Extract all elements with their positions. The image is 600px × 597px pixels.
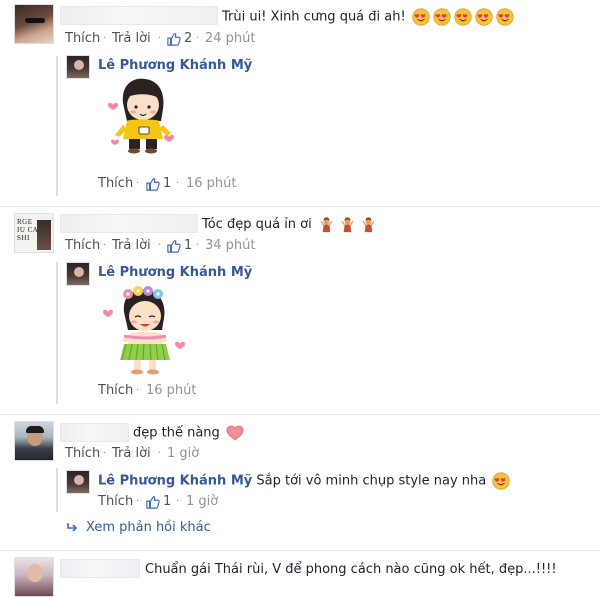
thumbs-up-icon — [146, 177, 160, 191]
timestamp[interactable]: 24 phút — [205, 31, 256, 46]
reply-author-avatar[interactable] — [66, 55, 90, 79]
reply-like-button[interactable]: Thích — [98, 176, 133, 191]
comment-divider — [0, 206, 600, 207]
like-button[interactable]: Thích — [65, 238, 100, 253]
heart-eyes-emoji — [412, 10, 514, 25]
commenter-name-blurred[interactable] — [60, 6, 218, 25]
like-count[interactable]: 1 — [167, 238, 192, 253]
reply-thread-line — [56, 56, 58, 196]
commenter-avatar[interactable]: RGE IU CAN SHI — [14, 213, 54, 253]
reply-thread-line — [56, 468, 58, 512]
reply-body: Lê Phương Khánh Mỹ Sắp tới vô minh chụp … — [98, 472, 510, 490]
reply-button[interactable]: Trả lời — [112, 446, 151, 461]
separator-dot: · — [158, 33, 162, 44]
raising-hands-emoji — [318, 217, 377, 232]
commenter-avatar[interactable] — [14, 421, 54, 461]
reply-author-avatar[interactable] — [66, 262, 90, 286]
reply-arrow-icon — [67, 522, 78, 532]
separator-dot: · — [103, 240, 107, 251]
heart-icon — [226, 425, 244, 441]
separator-dot: · — [158, 448, 162, 459]
reply-text: Sắp tới vô minh chụp style nay nha — [256, 473, 487, 489]
avatar-sunglasses — [25, 18, 45, 23]
comment-divider — [0, 414, 600, 415]
timestamp[interactable]: 34 phút — [205, 238, 256, 253]
commenter-avatar[interactable] — [14, 557, 54, 597]
separator-dot: · — [103, 33, 107, 44]
reply-timestamp[interactable]: 16 phút — [186, 176, 237, 191]
comment-text: đẹp thế nàng — [133, 425, 244, 441]
separator-dot: · — [196, 240, 200, 251]
more-replies-link[interactable]: Xem phản hồi khác — [66, 520, 211, 535]
reply-like-button[interactable]: Thích — [98, 494, 133, 509]
reply-like-count[interactable]: 1 — [146, 494, 171, 509]
separator-dot: · — [103, 448, 107, 459]
reply-thread-line — [56, 262, 58, 404]
separator-dot: · — [136, 385, 140, 396]
comment-divider — [0, 550, 600, 551]
thumbs-up-icon — [167, 239, 181, 253]
heart-eyes-emoji — [492, 472, 510, 490]
reply-button[interactable]: Trả lời — [112, 238, 151, 253]
reply-author-name[interactable]: Lê Phương Khánh Mỹ — [98, 265, 252, 280]
reply-author-name[interactable]: Lê Phương Khánh Mỹ — [98, 58, 252, 73]
separator-dot: · — [136, 496, 140, 507]
reply-like-count[interactable]: 1 — [146, 176, 171, 191]
timestamp[interactable]: 1 giờ — [167, 446, 199, 461]
hula-girl-with-flower-crown-sticker — [100, 282, 190, 378]
thumbs-up-icon — [167, 32, 181, 46]
reply-button[interactable]: Trả lời — [112, 31, 151, 46]
like-button[interactable]: Thích — [65, 446, 100, 461]
commenter-avatar[interactable] — [14, 4, 54, 44]
reply-like-button[interactable]: Thích — [98, 383, 133, 398]
commenter-name-blurred[interactable] — [60, 559, 140, 578]
thumbs-up-icon — [146, 495, 160, 509]
separator-dot: · — [176, 496, 180, 507]
separator-dot: · — [176, 178, 180, 189]
separator-dot: · — [136, 178, 140, 189]
reply-timestamp[interactable]: 1 giờ — [186, 494, 218, 509]
like-count[interactable]: 2 — [167, 31, 192, 46]
reply-author-avatar[interactable] — [66, 470, 90, 494]
reply-author-name[interactable]: Lê Phương Khánh Mỹ — [98, 474, 252, 489]
separator-dot: · — [158, 240, 162, 251]
reply-timestamp[interactable]: 16 phút — [146, 383, 197, 398]
separator-dot: · — [196, 33, 200, 44]
like-button[interactable]: Thích — [65, 31, 100, 46]
comment-text: Chuẩn gái Thái rùi, V để phong cách nào … — [145, 562, 557, 577]
commenter-name-blurred[interactable] — [60, 214, 198, 233]
girl-in-yellow-shirt-with-hearts-sticker — [103, 75, 183, 155]
comment-text: Trùi ui! Xinh cưng quá đi ah! — [222, 8, 514, 26]
comment-text: Tóc đẹp quá ỉn ơi — [202, 216, 377, 233]
commenter-name-blurred[interactable] — [60, 423, 129, 442]
